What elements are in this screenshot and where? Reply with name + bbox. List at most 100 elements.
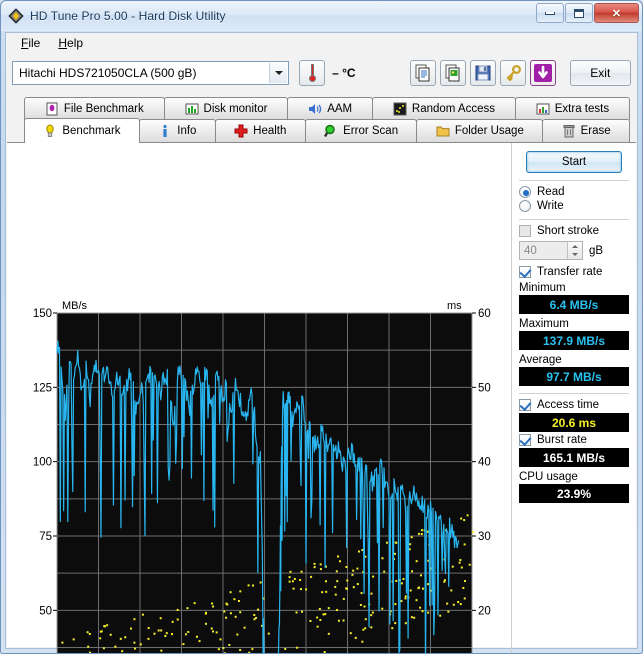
chevron-down-icon[interactable] (269, 63, 288, 83)
average-value: 97.7 MB/s (519, 367, 629, 386)
checkbox-transfer-rate-icon (519, 266, 531, 278)
svg-text:150: 150 (33, 308, 52, 320)
svg-text:60: 60 (478, 308, 491, 320)
svg-text:75: 75 (39, 531, 52, 543)
checkbox-transfer-rate[interactable]: Transfer rate (519, 266, 629, 278)
benchmark-chart: MB/s ms 15012510075502560504030201005010… (7, 143, 523, 653)
info-icon (158, 124, 172, 138)
tab-erase[interactable]: Erase (542, 119, 630, 142)
cpu-usage-value: 23.9% (519, 484, 629, 503)
maximize-button[interactable] (565, 3, 593, 23)
svg-text:40: 40 (478, 457, 491, 469)
start-button[interactable]: Start (526, 151, 622, 173)
toolbar-icon-group (409, 60, 556, 86)
save-button[interactable] (469, 60, 496, 86)
exit-button-label: Exit (590, 66, 611, 80)
copy-image-button[interactable] (439, 60, 466, 86)
checkbox-access-time[interactable]: Access time (519, 399, 629, 411)
hdtune-window: HD Tune Pro 5.00 - Hard Disk Utility ✕ F… (0, 0, 643, 654)
tab-random-access[interactable]: Random Access (372, 97, 516, 120)
tab-label: AAM (327, 103, 353, 115)
divider (519, 219, 629, 220)
tab-info[interactable]: Info (138, 119, 216, 142)
drive-select[interactable]: Hitachi HDS721050CLA (500 gB) (12, 61, 290, 85)
download-button[interactable] (529, 60, 556, 86)
y-axis-right-unit: ms (447, 300, 462, 312)
window-title: HD Tune Pro 5.00 - Hard Disk Utility (30, 9, 226, 23)
stepper-buttons[interactable] (567, 242, 582, 259)
minimize-icon (545, 11, 555, 15)
checkbox-access-time-label: Access time (537, 399, 599, 411)
options-button[interactable] (499, 60, 526, 86)
temperature-button[interactable] (299, 60, 326, 86)
tab-label: Folder Usage (454, 125, 524, 137)
temperature-value: – °C (332, 66, 356, 80)
drive-select-label: Hitachi HDS721050CLA (500 gB) (19, 66, 197, 80)
svg-text:50: 50 (478, 382, 491, 394)
svg-text:50: 50 (39, 605, 52, 617)
short-stroke-stepper[interactable]: 40 (519, 241, 583, 260)
tab-label: Info (177, 125, 197, 137)
checkbox-short-stroke-label: Short stroke (537, 225, 599, 237)
menu-help[interactable]: Help (49, 34, 92, 52)
tab-label: Erase (580, 125, 611, 137)
divider (519, 393, 629, 394)
minimum-label: Minimum (519, 282, 566, 294)
menu-file[interactable]: File (12, 34, 49, 52)
close-button[interactable]: ✕ (594, 3, 639, 23)
tab-label: File Benchmark (63, 103, 144, 115)
extra-tests-icon (536, 102, 550, 116)
erase-trash-icon (562, 124, 576, 138)
tab-row-primary: Benchmark Info Health Error Scan Folder … (24, 118, 630, 143)
download-arrow-icon (533, 64, 552, 82)
tab-error-scan[interactable]: Error Scan (304, 119, 418, 142)
average-label: Average (519, 354, 562, 366)
aam-speaker-icon (308, 102, 322, 116)
checkbox-short-stroke[interactable]: Short stroke (519, 225, 629, 237)
tab-folder-usage[interactable]: Folder Usage (416, 119, 544, 142)
checkbox-access-time-icon (519, 399, 531, 411)
chart-svg: MB/s ms 15012510075502560504030201005010… (33, 300, 491, 653)
copy-text-button[interactable] (409, 60, 436, 86)
title-bar: HD Tune Pro 5.00 - Hard Disk Utility ✕ (1, 1, 642, 31)
copy-text-icon (415, 64, 430, 82)
radio-write[interactable]: Write (519, 200, 629, 212)
tab-benchmark[interactable]: Benchmark (24, 118, 140, 143)
options-key-icon (506, 64, 521, 82)
tab-disk-monitor[interactable]: Disk monitor (163, 97, 289, 120)
tab-aam[interactable]: AAM (287, 97, 374, 120)
tab-label: Benchmark (62, 125, 121, 137)
divider (519, 180, 629, 181)
checkbox-burst-rate[interactable]: Burst rate (519, 434, 629, 446)
tab-health[interactable]: Health (214, 119, 306, 142)
burst-rate-value: 165.1 MB/s (519, 448, 629, 467)
error-scan-magnifier-icon (324, 124, 338, 138)
checkbox-short-stroke-icon (519, 225, 531, 237)
benchmark-options-panel: Start Read Write Short stroke 40 gB Tran… (511, 143, 636, 653)
disk-monitor-icon (185, 102, 199, 116)
window-controls: ✕ (536, 3, 639, 23)
radio-read-icon (519, 186, 531, 198)
maximize-icon (574, 8, 584, 18)
thermometer-icon (308, 64, 316, 82)
maximum-value: 137.9 MB/s (519, 331, 629, 350)
svg-text:100: 100 (33, 457, 52, 469)
stepper-down[interactable] (568, 251, 582, 260)
stepper-up[interactable] (568, 242, 582, 251)
exit-button[interactable]: Exit (569, 60, 631, 86)
benchmark-panel: MB/s ms 15012510075502560504030201005010… (7, 142, 636, 653)
minimize-button[interactable] (536, 3, 564, 23)
benchmark-bulb-icon (43, 124, 57, 138)
svg-text:30: 30 (478, 531, 491, 543)
hdtune-diamond-icon (8, 8, 24, 24)
close-icon: ✕ (611, 7, 622, 20)
access-time-value: 20.6 ms (519, 413, 629, 432)
minimum-value: 6.4 MB/s (519, 295, 629, 314)
svg-text:125: 125 (33, 382, 52, 394)
radio-read[interactable]: Read (519, 186, 629, 198)
file-benchmark-icon (45, 102, 59, 116)
tab-extra-tests[interactable]: Extra tests (514, 97, 630, 120)
svg-text:20: 20 (478, 605, 491, 617)
tab-file-benchmark[interactable]: File Benchmark (24, 97, 165, 120)
tab-label: Disk monitor (203, 103, 268, 115)
